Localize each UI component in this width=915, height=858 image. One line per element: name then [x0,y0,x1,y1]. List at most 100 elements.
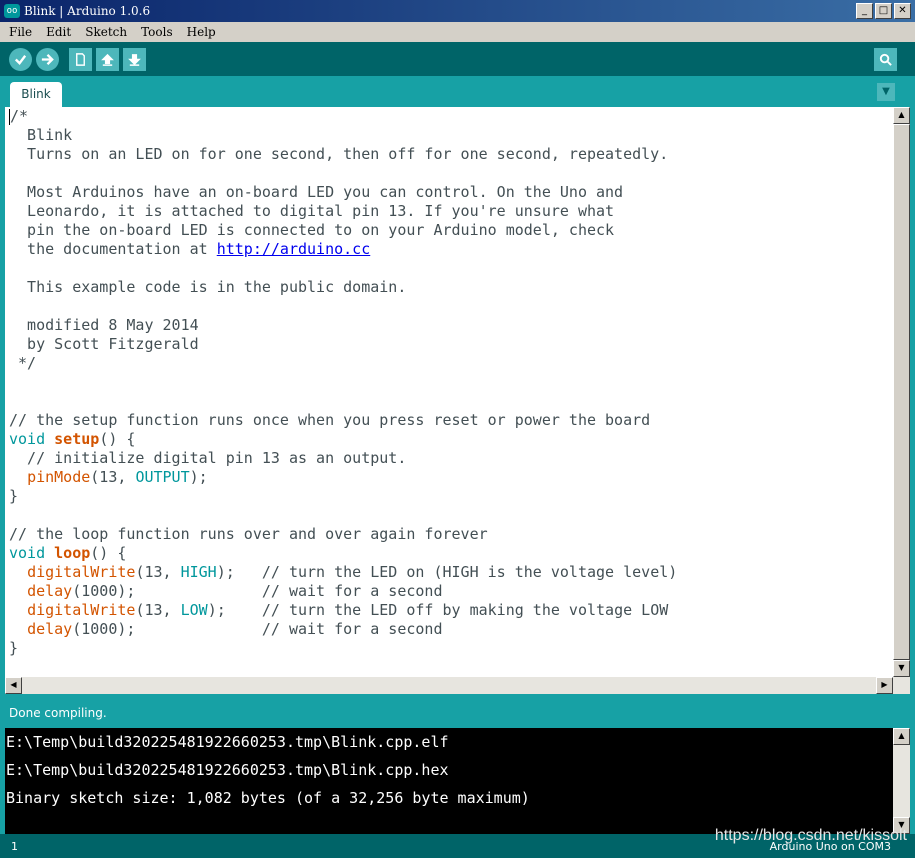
save-icon [128,54,141,66]
code-line: delay(1000); // wait for a second [5,620,893,639]
scroll-up-arrow-icon[interactable]: ▲ [893,107,910,124]
console-output: E:\Temp\build320225481922660253.tmp\Blin… [5,728,893,834]
code-token: (13, [90,468,136,486]
code-token: } [9,639,19,657]
code-token: modified 8 May 2014 [9,316,199,334]
title-bar: oo Blink | Arduino 1.0.6 _ □ ✕ [0,0,915,22]
code-token: by Scott Fitzgerald [9,335,199,353]
code-line: pinMode(13, OUTPUT); [5,468,893,487]
code-token: LOW [180,601,208,619]
console-line: E:\Temp\build320225481922660253.tmp\Blin… [6,733,449,751]
tab-menu-arrow-icon[interactable]: ▼ [877,83,895,101]
minimize-button[interactable]: _ [856,3,873,19]
console-scroll-up-arrow-icon[interactable]: ▲ [893,728,910,745]
menu-file[interactable]: File [4,25,37,39]
code-token: // turn the LED on (HIGH is the voltage … [261,563,678,581]
code-token: // the loop function runs over and over … [9,525,488,543]
code-token: OUTPUT [135,468,190,486]
code-token: This example code is in the public domai… [9,278,407,296]
code-line: delay(1000); // wait for a second [5,582,893,601]
code-editor[interactable]: /* Blink Turns on an LED on for one seco… [5,107,893,677]
console-scrollbar[interactable]: ▲ ▼ [893,728,910,834]
vertical-scroll-thumb[interactable] [893,124,910,660]
maximize-button[interactable]: □ [875,3,892,19]
documentation-link[interactable]: http://arduino.cc [217,240,371,258]
line-number: 1 [11,840,18,853]
code-line: the documentation at http://arduino.cc [5,240,893,259]
menu-edit[interactable]: Edit [41,25,76,39]
new-button[interactable] [69,48,92,71]
code-line: void loop() { [5,544,893,563]
code-token: */ [9,354,37,372]
menu-sketch[interactable]: Sketch [80,25,132,39]
code-line: // the setup function runs once when you… [5,411,893,430]
new-icon [76,53,85,66]
status-bar: Done compiling. [0,694,915,728]
scroll-left-arrow-icon[interactable]: ◀ [5,677,22,694]
code-line: void setup() { [5,430,893,449]
code-token: void [9,430,46,448]
code-line: Most Arduinos have an on-board LED you c… [5,183,893,202]
code-line: by Scott Fitzgerald [5,335,893,354]
upload-icon [41,53,54,66]
code-token: // turn the LED off by making the voltag… [261,601,669,619]
code-token: ); [189,468,208,486]
code-line: */ [5,354,893,373]
watermark: https://blog.csdn.net/kissolt [714,827,907,844]
tab-blink[interactable]: Blink [10,82,62,107]
arduino-logo-icon: oo [4,4,20,18]
code-token: delay [27,620,73,638]
code-token: // wait for a second [261,582,443,600]
code-token: digitalWrite [27,601,136,619]
serial-monitor-button[interactable] [874,48,897,71]
code-token: (1000); [72,582,262,600]
save-button[interactable] [123,48,146,71]
editor-horizontal-scrollbar[interactable]: ◀ ▶ [5,677,910,694]
code-token: Blink [9,126,73,144]
upload-button[interactable] [36,48,59,71]
menu-tools[interactable]: Tools [136,25,178,39]
scroll-right-arrow-icon[interactable]: ▶ [876,677,893,694]
serial-monitor-icon [879,53,892,66]
verify-button[interactable] [9,48,32,71]
code-line: // the loop function runs over and over … [5,525,893,544]
code-line: /* [5,107,893,126]
editor-vertical-scrollbar[interactable]: ▲ ▼ [893,107,910,677]
code-token: (1000); [72,620,262,638]
code-token: // the setup function runs once when you… [9,411,651,429]
code-line: Leonardo, it is attached to digital pin … [5,202,893,221]
code-token: (13, [135,601,181,619]
code-token: ); [216,563,262,581]
code-token: () { [90,544,127,562]
open-icon [101,53,114,66]
close-button[interactable]: ✕ [894,3,911,19]
tab-bar: Blink ▼ [0,76,915,107]
open-button[interactable] [96,48,119,71]
menu-bar: File Edit Sketch Tools Help [0,22,915,42]
code-token: delay [27,582,73,600]
scroll-down-arrow-icon[interactable]: ▼ [893,660,910,677]
code-token: Turns on an LED on for one second, then … [9,145,669,163]
code-token: // initialize digital pin 13 as an outpu… [9,449,407,467]
code-token: void [9,544,46,562]
code-line: } [5,487,893,506]
code-token: loop [54,544,91,562]
code-token: HIGH [180,563,217,581]
code-line: This example code is in the public domai… [5,278,893,297]
code-token: pin the on-board LED is connected to on … [9,221,615,239]
code-line: Turns on an LED on for one second, then … [5,145,893,164]
code-token: /* [10,107,29,125]
code-token: Leonardo, it is attached to digital pin … [9,202,615,220]
window-title: Blink | Arduino 1.0.6 [24,4,151,18]
menu-help[interactable]: Help [182,25,221,39]
code-line: modified 8 May 2014 [5,316,893,335]
